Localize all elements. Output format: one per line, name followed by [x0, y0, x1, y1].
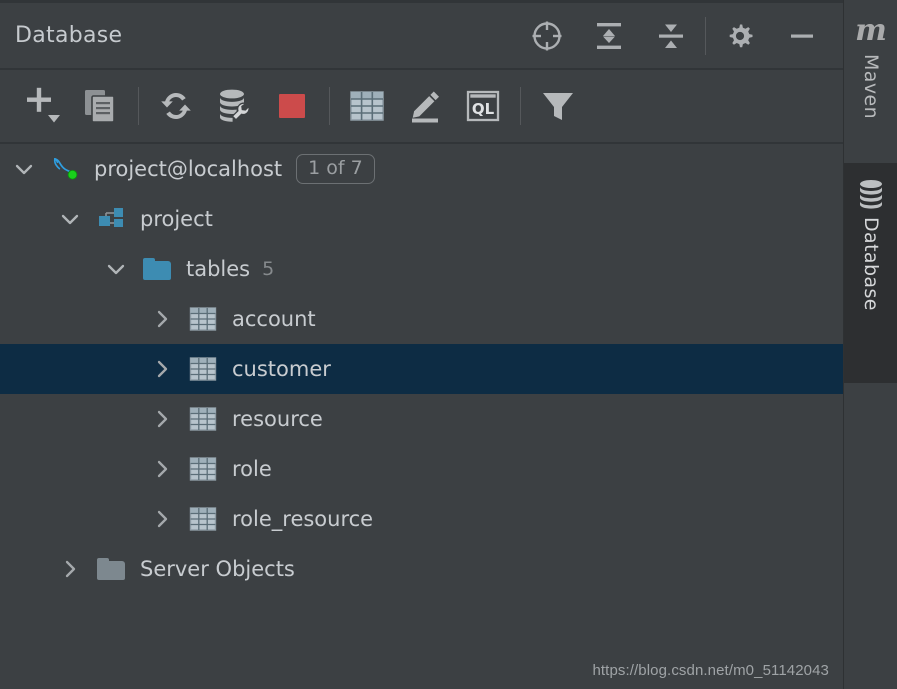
- stop-square-icon: [279, 94, 305, 118]
- open-console-button[interactable]: QL: [454, 78, 512, 134]
- duplicate-button[interactable]: [72, 78, 130, 134]
- toolbar-separator: [138, 87, 139, 125]
- table-icon: [188, 354, 218, 384]
- ql-label: QL: [472, 100, 495, 118]
- tree-row-server-objects[interactable]: Server Objects: [0, 544, 843, 594]
- table-grid-icon: [350, 91, 384, 121]
- header-actions: [516, 3, 843, 68]
- tree-row-table-role-resource[interactable]: role_resource: [0, 494, 843, 544]
- database-wrench-icon: [220, 89, 250, 122]
- database-tree: project@localhost 1 of 7 project tables …: [0, 144, 843, 594]
- status-badge: 1 of 7: [296, 153, 375, 185]
- plus-dropdown-icon: [27, 87, 60, 123]
- tree-node-label: role_resource: [232, 507, 374, 531]
- chevron-right-icon: [65, 560, 76, 578]
- tree-node-label: resource: [232, 407, 323, 431]
- expand-toggle[interactable]: [10, 155, 38, 183]
- toolbar-separator-2: [329, 87, 330, 125]
- folder-teal-icon: [142, 254, 172, 284]
- expand-all-icon: [597, 22, 621, 49]
- tree-row-table-account[interactable]: account: [0, 294, 843, 344]
- tool-window-header: Database: [0, 3, 843, 70]
- stop-button[interactable]: [263, 78, 321, 134]
- chevron-right-icon: [157, 310, 168, 328]
- tool-window-stripe: m Maven Database: [843, 0, 897, 689]
- sidebar-item-label: Maven: [860, 54, 882, 120]
- database-toolbar: QL: [0, 70, 843, 144]
- chevron-right-icon: [157, 360, 168, 378]
- database-cylinder-icon: [856, 177, 886, 211]
- expand-toggle[interactable]: [148, 505, 176, 533]
- expand-toggle[interactable]: [148, 305, 176, 333]
- tables-count: 5: [262, 258, 275, 280]
- table-icon: [188, 304, 218, 334]
- tree-node-label: account: [232, 307, 316, 331]
- chevron-right-icon: [157, 410, 168, 428]
- minimize-icon: [791, 34, 813, 38]
- jump-to-table-button[interactable]: [338, 78, 396, 134]
- copy-icon: [85, 90, 115, 123]
- watermark-text: https://blog.csdn.net/m0_51142043: [592, 662, 829, 679]
- crosshair-icon: [532, 21, 562, 50]
- sidebar-item-label: Database: [860, 217, 882, 311]
- collapse-all-button[interactable]: [640, 4, 702, 68]
- add-button[interactable]: [14, 78, 72, 134]
- edit-button[interactable]: [396, 78, 454, 134]
- maven-m-icon: m: [855, 13, 887, 48]
- refresh-icon: [161, 93, 191, 119]
- collapse-all-icon: [659, 24, 683, 48]
- chevron-down-icon: [107, 264, 125, 275]
- expand-toggle[interactable]: [148, 355, 176, 383]
- table-icon: [188, 454, 218, 484]
- schema-icon: [96, 204, 126, 234]
- expand-toggle[interactable]: [56, 555, 84, 583]
- tree-node-label: customer: [232, 357, 331, 381]
- funnel-icon: [543, 93, 573, 120]
- expand-toggle[interactable]: [148, 455, 176, 483]
- mysql-dolphin-icon: [50, 154, 80, 184]
- folder-gray-icon: [96, 554, 126, 584]
- gear-icon: [729, 24, 753, 47]
- data-source-properties-button[interactable]: [205, 78, 263, 134]
- tree-row-data-source[interactable]: project@localhost 1 of 7: [0, 144, 843, 194]
- tree-row-schema[interactable]: project: [0, 194, 843, 244]
- database-tool-window: Database QL project@localhost 1 of 7 pro…: [0, 0, 897, 689]
- toolbar-separator-3: [520, 87, 521, 125]
- expand-toggle[interactable]: [102, 255, 130, 283]
- page-title: Database: [15, 23, 123, 48]
- tree-node-label: tables: [186, 257, 251, 281]
- tree-row-tables-folder[interactable]: tables 5: [0, 244, 843, 294]
- chevron-right-icon: [157, 460, 168, 478]
- expand-toggle[interactable]: [148, 405, 176, 433]
- expand-all-button[interactable]: [578, 4, 640, 68]
- ql-console-icon: QL: [466, 90, 500, 122]
- settings-button[interactable]: [709, 4, 771, 68]
- chevron-down-icon: [61, 214, 79, 225]
- pencil-icon: [412, 91, 439, 123]
- tree-row-table-role[interactable]: role: [0, 444, 843, 494]
- tree-node-label: project@localhost: [94, 157, 283, 181]
- tree-row-table-resource[interactable]: resource: [0, 394, 843, 444]
- scroll-from-source-button[interactable]: [516, 4, 578, 68]
- filter-button[interactable]: [529, 78, 587, 134]
- tree-node-label: role: [232, 457, 272, 481]
- tree-node-label: Server Objects: [140, 557, 295, 581]
- tree-row-table-customer[interactable]: customer: [0, 344, 843, 394]
- database-panel: Database QL project@localhost 1 of 7 pro…: [0, 0, 843, 689]
- hide-button[interactable]: [771, 4, 833, 68]
- chevron-down-icon: [15, 164, 33, 175]
- header-separator: [705, 16, 706, 55]
- sidebar-item-maven[interactable]: m Maven: [844, 0, 897, 163]
- refresh-button[interactable]: [147, 78, 205, 134]
- expand-toggle[interactable]: [56, 205, 84, 233]
- sidebar-item-database[interactable]: Database: [844, 163, 897, 383]
- chevron-right-icon: [157, 510, 168, 528]
- table-icon: [188, 504, 218, 534]
- table-icon: [188, 404, 218, 434]
- tree-node-label: project: [140, 207, 213, 231]
